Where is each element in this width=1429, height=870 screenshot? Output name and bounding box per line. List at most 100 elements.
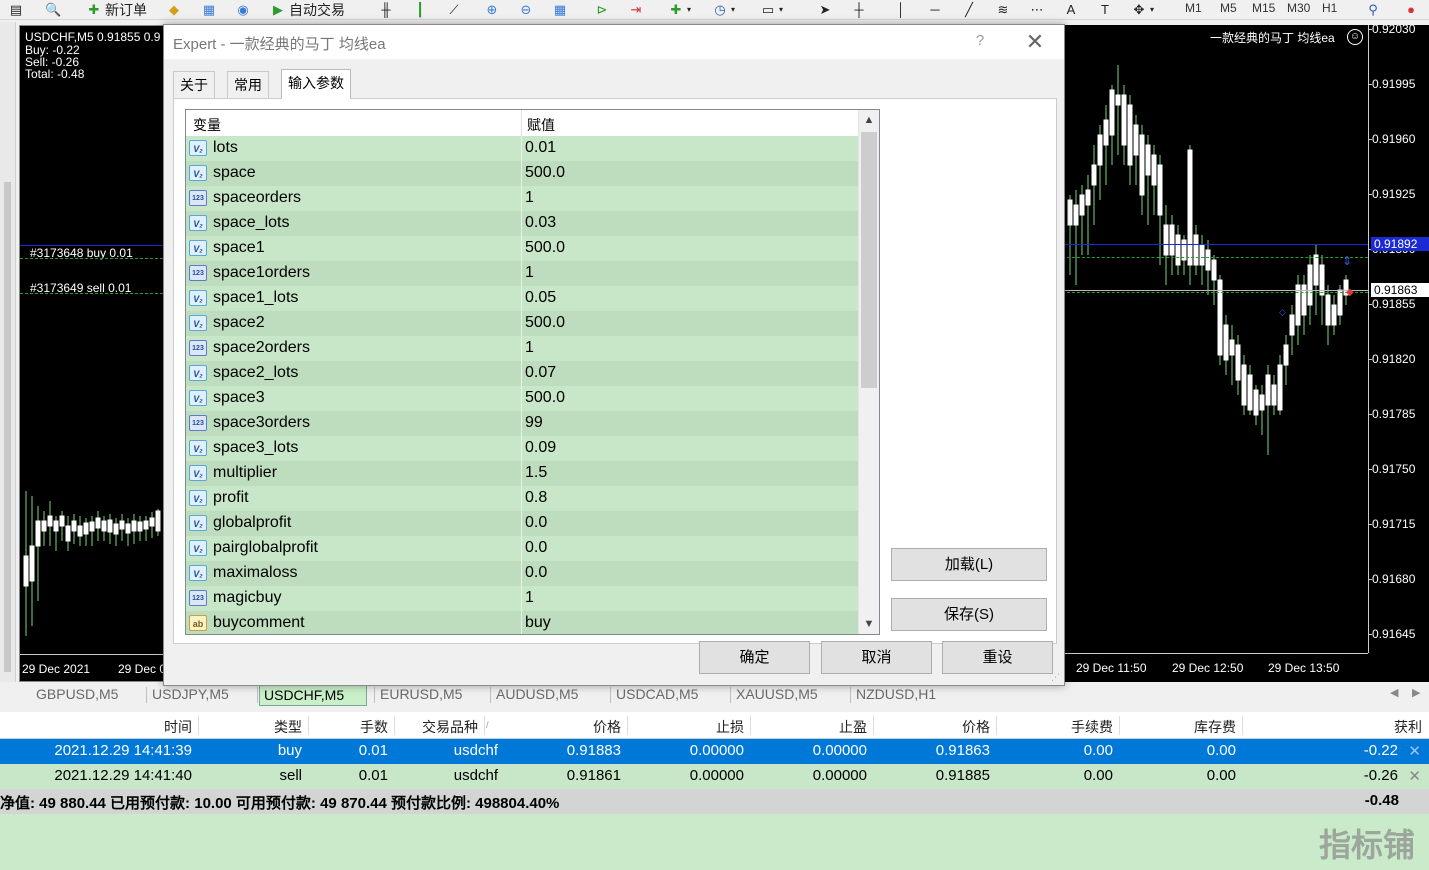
new-order-button[interactable]: ✚ 新订单 [86, 0, 147, 19]
metaeditor-button[interactable]: ◆ [166, 0, 182, 19]
chart-tab-usdcad-m5[interactable]: USDCAD,M5 [612, 683, 722, 705]
param-value[interactable]: 0.07 [525, 364, 556, 382]
timeframe-m1[interactable]: M1 [1185, 0, 1202, 18]
timeframe-h1[interactable]: H1 [1322, 0, 1337, 18]
search-button[interactable]: ⚲ [1365, 0, 1381, 19]
column-header-swap[interactable]: 库存费 [1126, 717, 1236, 735]
param-row-magicbuy[interactable]: 123 magicbuy 1 [186, 586, 858, 611]
text-button[interactable]: A [1063, 0, 1079, 19]
param-value[interactable]: 0.0 [525, 564, 547, 582]
chart-tab-nzdusd-h1[interactable]: NZDUSD,H1 [852, 683, 962, 705]
close-button[interactable]: ✕ [1022, 29, 1048, 55]
input-parameters-grid[interactable]: 变量 赋值 V₂ lots 0.01 V₂ space 500.0 123 spaceorde… [185, 109, 880, 635]
chart-tab-audusd-m5[interactable]: AUDUSD,M5 [492, 683, 602, 705]
zoom-out-button[interactable]: ⊖ [518, 0, 534, 19]
chart-tab-xauusd-m5[interactable]: XAUUSD,M5 [732, 683, 842, 705]
param-row-space3_lots[interactable]: V₂ space3_lots 0.09 [186, 436, 858, 461]
param-row-spaceorders[interactable]: 123 spaceorders 1 [186, 186, 858, 211]
scroll-down-icon[interactable]: ▼ [859, 614, 879, 634]
param-row-space2orders[interactable]: 123 space2orders 1 [186, 336, 858, 361]
chart-tab-usdchf-m5[interactable]: USDCHF,M5 [259, 684, 367, 706]
param-row-globalprofit[interactable]: V₂ globalprofit 0.0 [186, 511, 858, 536]
param-row-lots[interactable]: V₂ lots 0.01 [186, 136, 858, 161]
candle-chart-button[interactable]: ┃ [412, 0, 428, 19]
cancel-button[interactable]: 取消 [821, 641, 932, 674]
load-button[interactable]: 加载(L) [891, 548, 1047, 581]
scroll-up-icon[interactable]: ▲ [859, 110, 879, 130]
tab-scroll-left-icon[interactable]: ◀ [1390, 686, 1398, 699]
tab-about[interactable]: 关于 [173, 71, 215, 98]
tile-windows-button[interactable]: ▦ [552, 0, 568, 19]
param-row-buycomment[interactable]: ab buycomment buy [186, 611, 858, 634]
trendline-button[interactable]: ╱ [961, 0, 977, 19]
auto-trading-button[interactable]: ▶ 自动交易 [270, 0, 345, 19]
reset-button[interactable]: 重设 [942, 641, 1053, 674]
save-button[interactable]: 保存(S) [891, 598, 1047, 631]
periods-button[interactable]: ◷ ▾ [712, 0, 735, 19]
close-order-icon[interactable]: ✕ [1408, 767, 1421, 785]
column-header-profit[interactable]: 获利 [1312, 717, 1422, 735]
zoom-search-button[interactable]: 🔍 [45, 0, 61, 19]
chart-tab-eurusd-m5[interactable]: EURUSD,M5 [376, 683, 482, 705]
param-value[interactable]: 0.0 [525, 539, 547, 557]
param-value[interactable]: 0.05 [525, 289, 556, 307]
bar-chart-button[interactable]: ╫ [378, 0, 394, 19]
param-value[interactable]: 1.5 [525, 464, 547, 482]
resize-grip-icon[interactable]: ⋰ [1051, 672, 1061, 682]
notifications-button[interactable]: ● [1403, 0, 1419, 19]
param-value[interactable]: 0.09 [525, 439, 556, 457]
chart-shift-button[interactable]: ⊳ [594, 0, 610, 19]
param-row-space1orders[interactable]: 123 space1orders 1 [186, 261, 858, 286]
trade-row[interactable]: 2021.12.29 14:41:39 buy 0.01 usdchf 0.91883 0… [0, 739, 1429, 764]
channel-button[interactable]: ⋯ [1029, 0, 1045, 19]
param-value[interactable]: 500.0 [525, 389, 565, 407]
chart-tab-gbpusd-m5[interactable]: GBPUSD,M5 [32, 683, 144, 705]
param-row-pairglobalprofit[interactable]: V₂ pairglobalprofit 0.0 [186, 536, 858, 561]
column-header-commission[interactable]: 手续费 [1003, 717, 1113, 735]
line-chart-button[interactable]: ⟋ [446, 0, 462, 19]
param-row-space2_lots[interactable]: V₂ space2_lots 0.07 [186, 361, 858, 386]
trade-row[interactable]: 2021.12.29 14:41:40 sell 0.01 usdchf 0.91861… [0, 764, 1429, 789]
param-row-space1[interactable]: V₂ space1 500.0 [186, 236, 858, 261]
param-row-space3[interactable]: V₂ space3 500.0 [186, 386, 858, 411]
chart-window-usdchf-right[interactable]: 一款经典的马丁 均线ea ☺ ⇕ ◆ ◇ 0.92030 0.91995 0.919… [1062, 25, 1429, 682]
param-row-space3orders[interactable]: 123 space3orders 99 [186, 411, 858, 436]
param-value[interactable]: 0.0 [525, 514, 547, 532]
tab-common[interactable]: 常用 [227, 71, 269, 98]
param-value[interactable]: 99 [525, 414, 543, 432]
chart-tab-usdjpy-m5[interactable]: USDJPY,M5 [148, 683, 254, 705]
param-row-multiplier[interactable]: V₂ multiplier 1.5 [186, 461, 858, 486]
column-header-stop-loss[interactable]: 止损 [634, 717, 744, 735]
param-value[interactable]: 0.8 [525, 489, 547, 507]
templates-button[interactable]: ▭ ▾ [760, 0, 783, 19]
column-header-symbol[interactable]: 交易品种 [368, 717, 478, 735]
history-button[interactable]: ▦ [201, 0, 217, 19]
column-header-open-price[interactable]: 价格 [511, 717, 621, 735]
column-header-take-profit[interactable]: 止盈 [757, 717, 867, 735]
timeframe-m15[interactable]: M15 [1252, 0, 1275, 18]
vertical-line-button[interactable]: │ [893, 0, 909, 19]
dialog-titlebar[interactable]: Expert - 一款经典的马丁 均线ea ? ✕ [164, 25, 1064, 59]
param-value[interactable]: 0.03 [525, 214, 556, 232]
timeframe-m5[interactable]: M5 [1220, 0, 1237, 18]
crosshair-button[interactable]: ┼ [851, 0, 867, 19]
text-label-button[interactable]: T [1097, 0, 1113, 19]
column-variable-header[interactable]: 变量 [193, 115, 221, 135]
param-row-space2[interactable]: V₂ space2 500.0 [186, 311, 858, 336]
param-row-space1_lots[interactable]: V₂ space1_lots 0.05 [186, 286, 858, 311]
param-row-profit[interactable]: V₂ profit 0.8 [186, 486, 858, 511]
column-header-current-price[interactable]: 价格 [880, 717, 990, 735]
chart-list-button[interactable]: ▤ [8, 0, 24, 19]
cursor-button[interactable]: ➤ [817, 0, 833, 19]
param-row-maximaloss[interactable]: V₂ maximaloss 0.0 [186, 561, 858, 586]
timeframe-m30[interactable]: M30 [1287, 0, 1310, 18]
indicators-button[interactable]: ✚ ▾ [668, 0, 691, 19]
chart-window-usdchf-left[interactable]: USDCHF,M5 0.91855 0.9 Buy: -0.22 Sell: -… [19, 25, 167, 682]
help-button[interactable]: ? [970, 32, 990, 52]
tab-inputs[interactable]: 输入参数 [281, 69, 351, 99]
param-value[interactable]: buy [525, 614, 551, 632]
grid-scrollbar[interactable]: ▲ ▼ [858, 110, 879, 634]
param-value[interactable]: 500.0 [525, 164, 565, 182]
fibonacci-button[interactable]: ≋ [995, 0, 1011, 19]
param-value[interactable]: 500.0 [525, 314, 565, 332]
